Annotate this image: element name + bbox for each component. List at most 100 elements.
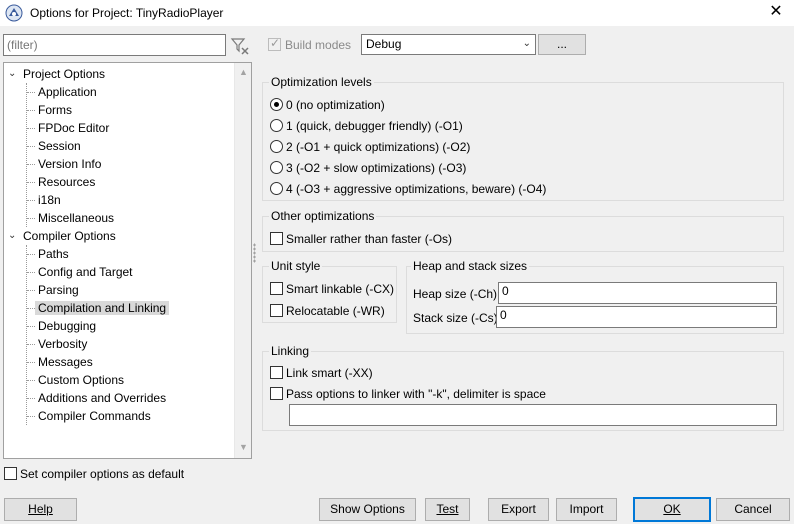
tree-item-label: Session	[38, 139, 81, 153]
lazarus-app-icon	[5, 4, 23, 22]
tree-connector	[27, 254, 35, 255]
tree-item-miscellaneous[interactable]: Miscellaneous	[27, 209, 114, 227]
chevron-down-icon[interactable]: ⌄	[8, 231, 18, 241]
opt-level-4-label: 4 (-O3 + aggressive optimizations, bewar…	[286, 182, 547, 196]
splitter-grip[interactable]	[253, 243, 256, 263]
opt-level-0-label: 0 (no optimization)	[286, 98, 385, 112]
relocatable-label: Relocatable (-WR)	[286, 304, 385, 318]
tree-item-session[interactable]: Session	[27, 137, 81, 155]
clear-filter-icon[interactable]	[230, 36, 250, 56]
pass-options-checkbox[interactable]	[270, 387, 283, 400]
close-icon[interactable]: ✕	[766, 2, 786, 22]
tree-item-parsing[interactable]: Parsing	[27, 281, 79, 299]
stack-size-input[interactable]: 0	[496, 306, 777, 328]
linker-options-input[interactable]	[289, 404, 777, 426]
cancel-button[interactable]: Cancel	[716, 498, 790, 521]
tree-connector	[26, 83, 27, 227]
build-modes-more-button[interactable]: ...	[538, 34, 586, 55]
tree-item-label: Compiler Commands	[38, 409, 151, 423]
opt-level-0-radio[interactable]	[270, 98, 283, 111]
options-tree[interactable]: ⌄ Project Options Application Forms FPDo…	[3, 62, 252, 459]
stack-size-label: Stack size (-Cs)	[413, 311, 498, 325]
chevron-down-icon: ⌄	[522, 38, 531, 49]
opt-level-1-radio[interactable]	[270, 119, 283, 132]
opt-level-2-label: 2 (-O1 + quick optimizations) (-O2)	[286, 140, 471, 154]
heap-stack-title: Heap and stack sizes	[411, 259, 530, 273]
other-optimizations-title: Other optimizations	[269, 209, 377, 223]
tree-connector	[27, 128, 35, 129]
linking-title: Linking	[269, 344, 312, 358]
link-smart-checkbox[interactable]	[270, 366, 283, 379]
scroll-down-icon[interactable]: ▼	[239, 442, 248, 452]
tree-connector	[27, 146, 35, 147]
tree-item-label: Debugging	[38, 319, 97, 333]
opt-level-2-radio[interactable]	[270, 140, 283, 153]
tree-item-forms[interactable]: Forms	[27, 101, 72, 119]
tree-item-fpdoc-editor[interactable]: FPDoc Editor	[27, 119, 110, 137]
tree-item-paths[interactable]: Paths	[27, 245, 69, 263]
tree-item-label: Parsing	[38, 283, 79, 297]
tree-item-resources[interactable]: Resources	[27, 173, 95, 191]
build-modes-checkbox[interactable]	[268, 36, 281, 51]
tree-item-custom-options[interactable]: Custom Options	[27, 371, 125, 389]
opt-level-1-label: 1 (quick, debugger friendly) (-O1)	[286, 119, 463, 133]
tree-item-additions-and-overrides[interactable]: Additions and Overrides	[27, 389, 166, 407]
build-mode-select[interactable]: Debug ⌄	[361, 34, 536, 55]
opt-level-3-label: 3 (-O2 + slow optimizations) (-O3)	[286, 161, 467, 175]
test-button[interactable]: Test	[425, 498, 470, 521]
tree-connector	[27, 416, 35, 417]
tree-item-i18n[interactable]: i18n	[27, 191, 61, 209]
tree-item-compiler-commands[interactable]: Compiler Commands	[27, 407, 151, 425]
tree-item-compilation-and-linking[interactable]: Compilation and Linking	[27, 299, 170, 317]
tree-connector	[27, 182, 35, 183]
help-button-label: Help	[28, 502, 53, 516]
opt-level-3-radio[interactable]	[270, 161, 283, 174]
tree-connector	[27, 326, 35, 327]
smaller-rather-than-faster-checkbox[interactable]	[270, 232, 283, 245]
smart-linkable-checkbox[interactable]	[270, 282, 283, 295]
pass-options-label: Pass options to linker with "-k", delimi…	[286, 387, 546, 401]
tree-item-label: Application	[38, 85, 97, 99]
chevron-down-icon[interactable]: ⌄	[8, 69, 18, 79]
tree-item-application[interactable]: Application	[27, 83, 97, 101]
ok-button[interactable]: OK	[633, 497, 711, 522]
tree-item-label: Messages	[38, 355, 93, 369]
tree-item-debugging[interactable]: Debugging	[27, 317, 97, 335]
tree-node-label: Project Options	[23, 67, 106, 81]
tree-item-config-and-target[interactable]: Config and Target	[27, 263, 133, 281]
export-button[interactable]: Export	[488, 498, 549, 521]
tree-item-label: FPDoc Editor	[38, 121, 110, 135]
tree-connector	[27, 398, 35, 399]
scroll-up-icon[interactable]: ▲	[239, 67, 248, 77]
relocatable-checkbox[interactable]	[270, 304, 283, 317]
tree-item-messages[interactable]: Messages	[27, 353, 93, 371]
set-default-checkbox[interactable]	[4, 467, 17, 480]
tree-scrollbar[interactable]: ▲ ▼	[234, 63, 251, 458]
tree-connector	[27, 290, 35, 291]
tree-item-label: Version Info	[38, 157, 102, 171]
tree-connector	[27, 92, 35, 93]
build-modes-label: Build modes	[285, 38, 352, 52]
build-mode-value: Debug	[366, 37, 402, 51]
tree-item-version-info[interactable]: Version Info	[27, 155, 102, 173]
show-options-button[interactable]: Show Options	[319, 498, 416, 521]
tree-connector	[27, 308, 35, 309]
tree-item-verbosity[interactable]: Verbosity	[27, 335, 88, 353]
tree-connector	[27, 344, 35, 345]
smaller-rather-than-faster-label: Smaller rather than faster (-Os)	[286, 232, 453, 246]
opt-level-4-radio[interactable]	[270, 182, 283, 195]
tree-connector	[27, 380, 35, 381]
tree-item-label: Custom Options	[38, 373, 125, 387]
tree-connector	[27, 200, 35, 201]
smart-linkable-label: Smart linkable (-CX)	[286, 282, 395, 296]
tree-item-label: Verbosity	[38, 337, 88, 351]
import-button[interactable]: Import	[556, 498, 617, 521]
filter-input[interactable]	[3, 34, 226, 56]
window-title: Options for Project: TinyRadioPlayer	[30, 6, 224, 20]
tree-item-label: Forms	[38, 103, 72, 117]
title-bar: Options for Project: TinyRadioPlayer ✕	[0, 0, 794, 26]
tree-connector	[27, 218, 35, 219]
tree-connector	[27, 362, 35, 363]
help-button[interactable]: Help	[4, 498, 77, 521]
heap-size-input[interactable]: 0	[498, 282, 777, 304]
